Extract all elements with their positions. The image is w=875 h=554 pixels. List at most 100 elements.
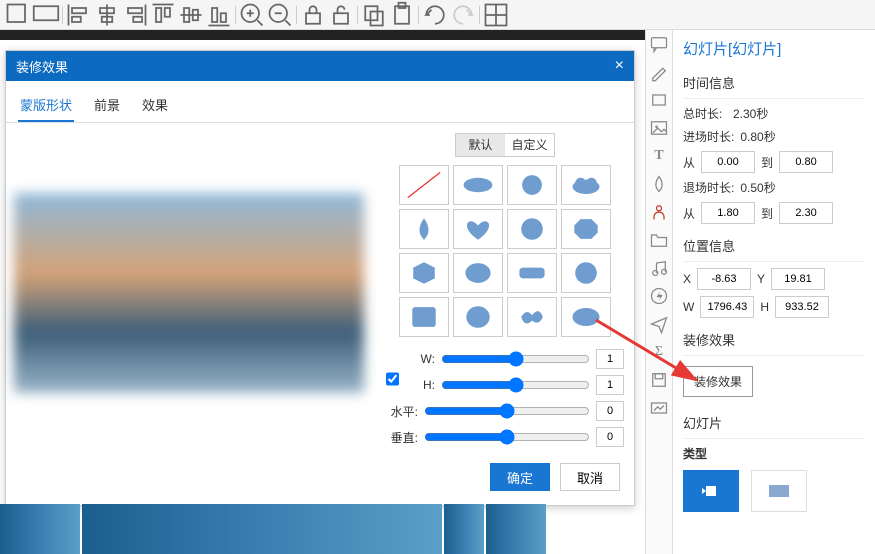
tool-crop-icon[interactable] xyxy=(4,3,32,27)
shapes-panel: 默认 自定义 xyxy=(376,133,634,453)
h-input[interactable] xyxy=(775,296,829,318)
horiz-value[interactable] xyxy=(596,401,624,421)
dialog-header: 装修效果 × xyxy=(6,51,634,81)
exit-to-input[interactable] xyxy=(779,202,833,224)
drop-icon[interactable] xyxy=(649,174,669,194)
zoom-out-icon[interactable] xyxy=(266,3,294,27)
exit-duration-value: 0.50秒 xyxy=(740,179,775,196)
h-slider-label: H: xyxy=(403,378,435,392)
ok-button[interactable]: 确定 xyxy=(490,463,550,491)
vert-value[interactable] xyxy=(596,427,624,447)
lock-icon[interactable] xyxy=(299,3,327,27)
text-icon[interactable]: T xyxy=(649,146,669,166)
exit-from-input[interactable] xyxy=(701,202,755,224)
shape-heart[interactable] xyxy=(453,209,503,249)
w-value[interactable] xyxy=(596,349,624,369)
close-icon[interactable]: × xyxy=(615,57,624,75)
shape-circle[interactable] xyxy=(507,209,557,249)
music-icon[interactable] xyxy=(649,258,669,278)
panel-title: 幻灯片[幻灯片] xyxy=(683,38,865,59)
x-label: X xyxy=(683,272,691,286)
preview-image xyxy=(14,193,364,393)
lock-ratio-checkbox[interactable] xyxy=(386,357,399,401)
shape-none[interactable] xyxy=(399,165,449,205)
w-slider[interactable] xyxy=(441,351,590,367)
enter-to-input[interactable] xyxy=(779,151,833,173)
effect-button[interactable]: 装修效果 xyxy=(683,366,753,397)
align-right-icon[interactable] xyxy=(121,3,149,27)
shape-tab-default[interactable]: 默认 xyxy=(456,134,505,156)
h-value[interactable] xyxy=(596,375,624,395)
image-icon[interactable] xyxy=(649,118,669,138)
type-option-1[interactable] xyxy=(683,470,739,512)
position-section-title: 位置信息 xyxy=(683,230,865,262)
y-label: Y xyxy=(757,272,765,286)
align-left-icon[interactable] xyxy=(65,3,93,27)
redo-icon[interactable] xyxy=(449,3,477,27)
shape-octagon[interactable] xyxy=(561,209,611,249)
chat-icon[interactable] xyxy=(649,34,669,54)
timeline-thumb[interactable] xyxy=(486,504,546,554)
shape-brush3[interactable] xyxy=(561,297,611,337)
align-hcenter-icon[interactable] xyxy=(93,3,121,27)
shape-splat2[interactable] xyxy=(507,297,557,337)
shape-brush1[interactable] xyxy=(453,165,503,205)
h-slider[interactable] xyxy=(441,377,590,393)
plane-icon[interactable] xyxy=(649,314,669,334)
horiz-slider-label: 水平: xyxy=(386,403,418,420)
type-option-2[interactable] xyxy=(751,470,807,512)
align-vcenter-icon[interactable] xyxy=(177,3,205,27)
effect-section-title: 装修效果 xyxy=(683,324,865,356)
tab-foreground[interactable]: 前景 xyxy=(92,89,122,122)
timeline-thumb[interactable] xyxy=(444,504,484,554)
tab-effect[interactable]: 效果 xyxy=(140,89,170,122)
person-icon[interactable] xyxy=(649,202,669,222)
cancel-button[interactable]: 取消 xyxy=(560,463,620,491)
flash-icon[interactable] xyxy=(649,286,669,306)
shape-brush2[interactable] xyxy=(507,253,557,293)
folder-icon[interactable] xyxy=(649,230,669,250)
shape-tab-group: 默认 自定义 xyxy=(455,133,555,157)
pencil-icon[interactable] xyxy=(649,62,669,82)
tab-mask-shape[interactable]: 蒙版形状 xyxy=(18,89,74,122)
from-label-2: 从 xyxy=(683,205,695,222)
vert-slider-label: 垂直: xyxy=(386,429,418,446)
total-duration-label: 总时长: xyxy=(683,105,727,122)
shape-drop[interactable] xyxy=(399,209,449,249)
total-duration-value: 2.30秒 xyxy=(733,105,768,122)
dialog-tabs: 蒙版形状 前景 效果 xyxy=(6,81,634,123)
unlock-icon[interactable] xyxy=(327,3,355,27)
sigma-icon[interactable]: Σ xyxy=(649,342,669,362)
gallery-icon[interactable] xyxy=(649,398,669,418)
copy-icon[interactable] xyxy=(360,3,388,27)
shape-blob3[interactable] xyxy=(453,297,503,337)
w-input[interactable] xyxy=(700,296,754,318)
shape-cloud[interactable] xyxy=(561,165,611,205)
timeline-thumb[interactable] xyxy=(82,504,442,554)
shape-splat1[interactable] xyxy=(507,165,557,205)
shape-square[interactable] xyxy=(399,297,449,337)
timeline-thumb[interactable] xyxy=(0,504,80,554)
paste-icon[interactable] xyxy=(388,3,416,27)
tool-strip: T Σ xyxy=(645,30,673,554)
canvas-area: 装修效果 × 蒙版形状 前景 效果 默认 自定义 xyxy=(0,30,645,554)
shape-blob2[interactable] xyxy=(561,253,611,293)
rect-icon[interactable] xyxy=(649,90,669,110)
save-icon[interactable] xyxy=(649,370,669,390)
enter-from-input[interactable] xyxy=(701,151,755,173)
align-bottom-icon[interactable] xyxy=(205,3,233,27)
grid-icon[interactable] xyxy=(482,3,510,27)
shape-hexagon[interactable] xyxy=(399,253,449,293)
undo-icon[interactable] xyxy=(421,3,449,27)
zoom-in-icon[interactable] xyxy=(238,3,266,27)
from-label: 从 xyxy=(683,154,695,171)
x-input[interactable] xyxy=(697,268,751,290)
shape-blob1[interactable] xyxy=(453,253,503,293)
y-input[interactable] xyxy=(771,268,825,290)
top-toolbar xyxy=(0,0,875,30)
horiz-slider[interactable] xyxy=(424,403,590,419)
shape-tab-custom[interactable]: 自定义 xyxy=(505,134,554,156)
vert-slider[interactable] xyxy=(424,429,590,445)
tool-device-icon[interactable] xyxy=(32,3,60,27)
align-top-icon[interactable] xyxy=(149,3,177,27)
